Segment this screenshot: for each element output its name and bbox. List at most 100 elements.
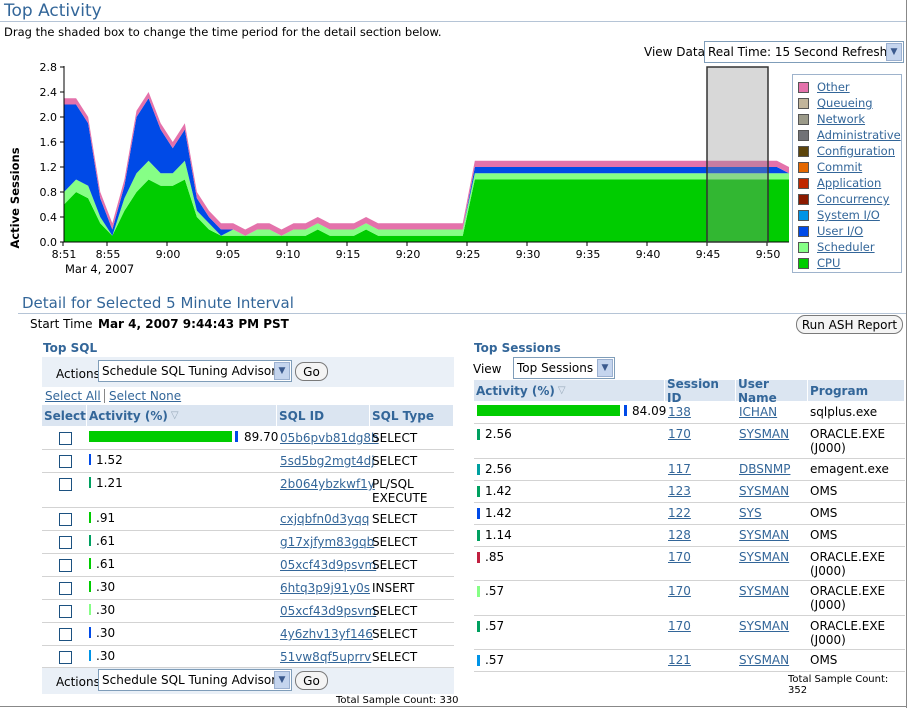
- session-id-link[interactable]: 123: [668, 484, 691, 498]
- activity-value: 89.70: [244, 430, 279, 444]
- row-select-checkbox[interactable]: [59, 432, 72, 445]
- legend-label: Administrative: [817, 128, 901, 142]
- table-row-separator: [474, 615, 905, 616]
- legend-item[interactable]: Scheduler: [798, 240, 875, 254]
- x-tick-label: 9:10: [276, 248, 301, 261]
- legend-item[interactable]: Administrative: [798, 128, 901, 142]
- sql-id-link[interactable]: g17xjfym83gqb: [280, 535, 374, 549]
- sql-type: INSERT: [372, 581, 415, 595]
- table-row-separator: [42, 507, 454, 508]
- session-id-link[interactable]: 128: [668, 528, 691, 542]
- x-tick-label: 8:51: [52, 248, 77, 261]
- sql-id-link[interactable]: cxjqbfn0d3yqq: [280, 512, 369, 526]
- row-select-checkbox[interactable]: [59, 455, 72, 468]
- sql-id-link[interactable]: 51vw8qf5uprrv: [280, 650, 371, 664]
- program-line2: (J000): [810, 598, 846, 612]
- sql-go-button-bottom[interactable]: Go: [295, 671, 328, 690]
- user-name-link[interactable]: SYS: [739, 506, 762, 520]
- col-sql-type: SQL Type: [370, 405, 454, 426]
- sql-type: SELECT: [372, 512, 418, 526]
- activity-value: .61: [96, 534, 116, 548]
- x-tick-label: 9:50: [756, 248, 781, 261]
- sql-id-link[interactable]: 05xcf43d9psvm: [280, 558, 376, 572]
- top-activity-chart: Active Sessions 0.00.40.81.21.62.02.42.8…: [8, 61, 789, 276]
- row-select-checkbox[interactable]: [59, 478, 72, 491]
- legend-item[interactable]: Network: [798, 112, 865, 126]
- session-id-link[interactable]: 170: [668, 619, 691, 633]
- legend-item[interactable]: CPU: [798, 256, 840, 270]
- col-activity-label: Activity (%): [89, 408, 168, 423]
- run-ash-report-button[interactable]: Run ASH Report: [796, 315, 903, 334]
- sql-id-link[interactable]: 5sd5bg2mgt4dj: [280, 454, 375, 468]
- user-name-link[interactable]: SYSMAN: [739, 427, 789, 441]
- select-none-link[interactable]: Select None: [109, 389, 181, 403]
- activity-value: 84.09: [632, 404, 667, 418]
- user-name-link[interactable]: ICHAN: [739, 405, 777, 419]
- row-select-checkbox[interactable]: [59, 605, 72, 618]
- sql-action-select[interactable]: Schedule SQL Tuning Advisor ▼: [98, 360, 292, 382]
- legend-item[interactable]: User I/O: [798, 224, 863, 238]
- user-name-link[interactable]: DBSNMP: [739, 462, 790, 476]
- sql-id-link[interactable]: 4y6zhv13yf146: [280, 627, 373, 641]
- table-row-separator: [42, 553, 454, 554]
- legend-item[interactable]: Queueing: [798, 96, 873, 110]
- session-id-link[interactable]: 170: [668, 427, 691, 441]
- legend-label: Commit: [817, 160, 863, 174]
- legend-swatch: [798, 81, 809, 93]
- user-name-link[interactable]: SYSMAN: [739, 619, 789, 633]
- legend-item[interactable]: Commit: [798, 160, 862, 174]
- legend-item[interactable]: Configuration: [798, 144, 895, 158]
- table-row-separator: [42, 530, 454, 531]
- chevron-down-icon: ▼: [886, 43, 902, 61]
- sessions-total-sample-count: Total Sample Count: 352: [788, 674, 889, 696]
- sql-type: PL/SQL: [372, 477, 414, 491]
- sql-id-link[interactable]: 05xcf43d9psvm: [280, 604, 376, 618]
- activity-bar: [89, 650, 91, 661]
- sql-id-link[interactable]: 6htq3p9j91y0s: [280, 581, 370, 595]
- activity-bar: [89, 627, 91, 638]
- sql-id-link[interactable]: 05b6pvb81dg8b: [280, 431, 379, 445]
- user-name-link[interactable]: SYSMAN: [739, 584, 789, 598]
- selection-box-handle[interactable]: [706, 66, 769, 243]
- sessions-view-select[interactable]: Top Sessions ▼: [513, 357, 615, 379]
- sql-go-button[interactable]: Go: [295, 362, 328, 381]
- user-name-link[interactable]: SYSMAN: [739, 653, 789, 667]
- sql-action-select-bottom[interactable]: Schedule SQL Tuning Advisor ▼: [98, 669, 292, 691]
- session-id-link[interactable]: 170: [668, 584, 691, 598]
- row-select-checkbox[interactable]: [59, 513, 72, 526]
- user-name-link[interactable]: SYSMAN: [739, 484, 789, 498]
- legend-item[interactable]: Concurrency: [798, 192, 889, 206]
- col-session-activity-label: Activity (%): [476, 383, 555, 398]
- col-activity[interactable]: Activity (%) ▽: [87, 405, 277, 426]
- session-id-link[interactable]: 170: [668, 550, 691, 564]
- activity-value: .61: [96, 557, 116, 571]
- legend-item[interactable]: Other: [798, 80, 850, 94]
- legend-label: Configuration: [817, 144, 895, 158]
- row-select-checkbox[interactable]: [59, 582, 72, 595]
- col-session-activity[interactable]: Activity (%) ▽: [474, 380, 665, 401]
- row-select-checkbox[interactable]: [59, 559, 72, 572]
- session-id-link[interactable]: 122: [668, 506, 691, 520]
- sql-type: SELECT: [372, 431, 418, 445]
- legend-swatch: [798, 177, 809, 189]
- sql-type: SELECT: [372, 650, 418, 664]
- sql-id-link[interactable]: 2b064ybzkwf1y: [280, 477, 375, 491]
- activity-value: 1.42: [485, 484, 512, 498]
- session-id-link[interactable]: 138: [668, 405, 691, 419]
- row-select-checkbox[interactable]: [59, 651, 72, 664]
- row-select-checkbox[interactable]: [59, 628, 72, 641]
- session-id-link[interactable]: 117: [668, 462, 691, 476]
- user-name-link[interactable]: SYSMAN: [739, 528, 789, 542]
- top-sql-title: Top SQL: [43, 341, 98, 355]
- y-tick-label: 1.2: [40, 161, 58, 174]
- legend-swatch: [798, 161, 809, 173]
- x-tick-label: 9:20: [396, 248, 421, 261]
- legend-item[interactable]: System I/O: [798, 208, 880, 222]
- activity-value: .30: [96, 603, 116, 617]
- activity-value: 1.52: [96, 453, 123, 467]
- user-name-link[interactable]: SYSMAN: [739, 550, 789, 564]
- legend-item[interactable]: Application: [798, 176, 881, 190]
- session-id-link[interactable]: 121: [668, 653, 691, 667]
- select-all-link[interactable]: Select All: [45, 389, 101, 403]
- row-select-checkbox[interactable]: [59, 536, 72, 549]
